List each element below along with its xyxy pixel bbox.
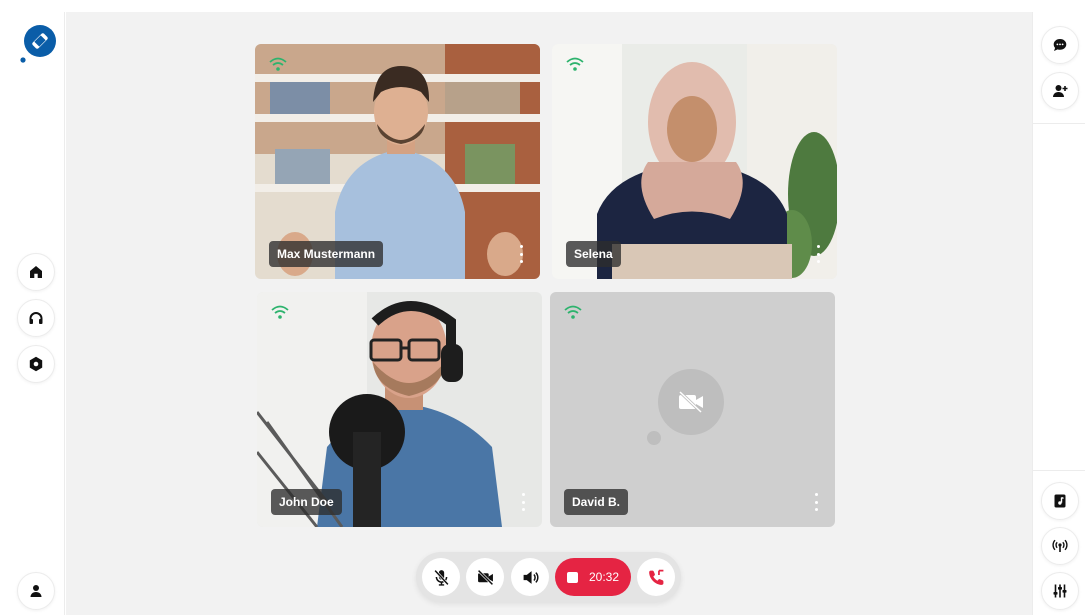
toggle-camera-button[interactable]: [466, 558, 504, 596]
music-file-icon: [1054, 494, 1066, 508]
participant-tile[interactable]: Selena: [552, 44, 837, 279]
nav-settings-button[interactable]: [17, 345, 55, 383]
camera-off-icon: [678, 390, 703, 414]
speaker-icon: [523, 570, 538, 584]
toolbar-divider: [1032, 123, 1085, 124]
broadcast-button[interactable]: [1041, 527, 1079, 565]
signal-strength-icon: [566, 57, 584, 71]
participant-name: Selena: [566, 241, 621, 267]
audio-file-button[interactable]: [1041, 482, 1079, 520]
stop-recording-icon: [566, 571, 578, 583]
participant-name: David B.: [564, 489, 629, 515]
participant-options-icon[interactable]: [518, 245, 524, 263]
settings-icon: [29, 356, 43, 372]
headphones-icon: [29, 312, 43, 324]
video-stage: [66, 12, 1032, 615]
participant-tile[interactable]: David B.: [550, 292, 835, 527]
recording-timer-button[interactable]: 20:32: [555, 558, 631, 596]
mic-off-icon: [433, 569, 449, 586]
participant-tile[interactable]: Max Mustermann: [255, 44, 540, 279]
nav-home-button[interactable]: [17, 253, 55, 291]
recording-time: 20:32: [588, 570, 620, 584]
nav-audio-button[interactable]: [17, 299, 55, 337]
audio-mixer-button[interactable]: [1041, 572, 1079, 610]
app-logo[interactable]: [20, 24, 56, 64]
add-user-icon: [1053, 85, 1068, 97]
participant-tile[interactable]: John Doe: [257, 292, 542, 527]
participant-name: Max Mustermann: [269, 241, 384, 267]
home-icon: [30, 266, 42, 278]
participant-options-icon[interactable]: [520, 493, 526, 511]
speaker-button[interactable]: [511, 558, 549, 596]
signal-strength-icon: [269, 57, 287, 71]
user-icon: [30, 585, 42, 597]
camera-off-placeholder: [658, 369, 724, 435]
logo-icon: [20, 25, 56, 63]
signal-strength-icon: [564, 305, 582, 319]
participant-options-icon[interactable]: [815, 245, 821, 263]
profile-button[interactable]: [17, 572, 55, 610]
chat-button[interactable]: [1041, 26, 1079, 64]
camera-off-icon: [477, 569, 493, 585]
chat-icon: [1053, 39, 1067, 51]
hang-up-icon: [648, 569, 663, 585]
toolbar-divider: [1032, 470, 1085, 471]
status-dot: [647, 431, 661, 445]
add-participant-button[interactable]: [1041, 72, 1079, 110]
broadcast-icon: [1052, 539, 1068, 552]
call-controls: 20:32: [416, 552, 681, 602]
hang-up-button[interactable]: [637, 558, 675, 596]
participant-options-icon[interactable]: [813, 493, 819, 511]
participant-name: John Doe: [271, 489, 342, 515]
signal-strength-icon: [271, 305, 289, 319]
sliders-icon: [1053, 584, 1067, 598]
mute-mic-button[interactable]: [422, 558, 460, 596]
